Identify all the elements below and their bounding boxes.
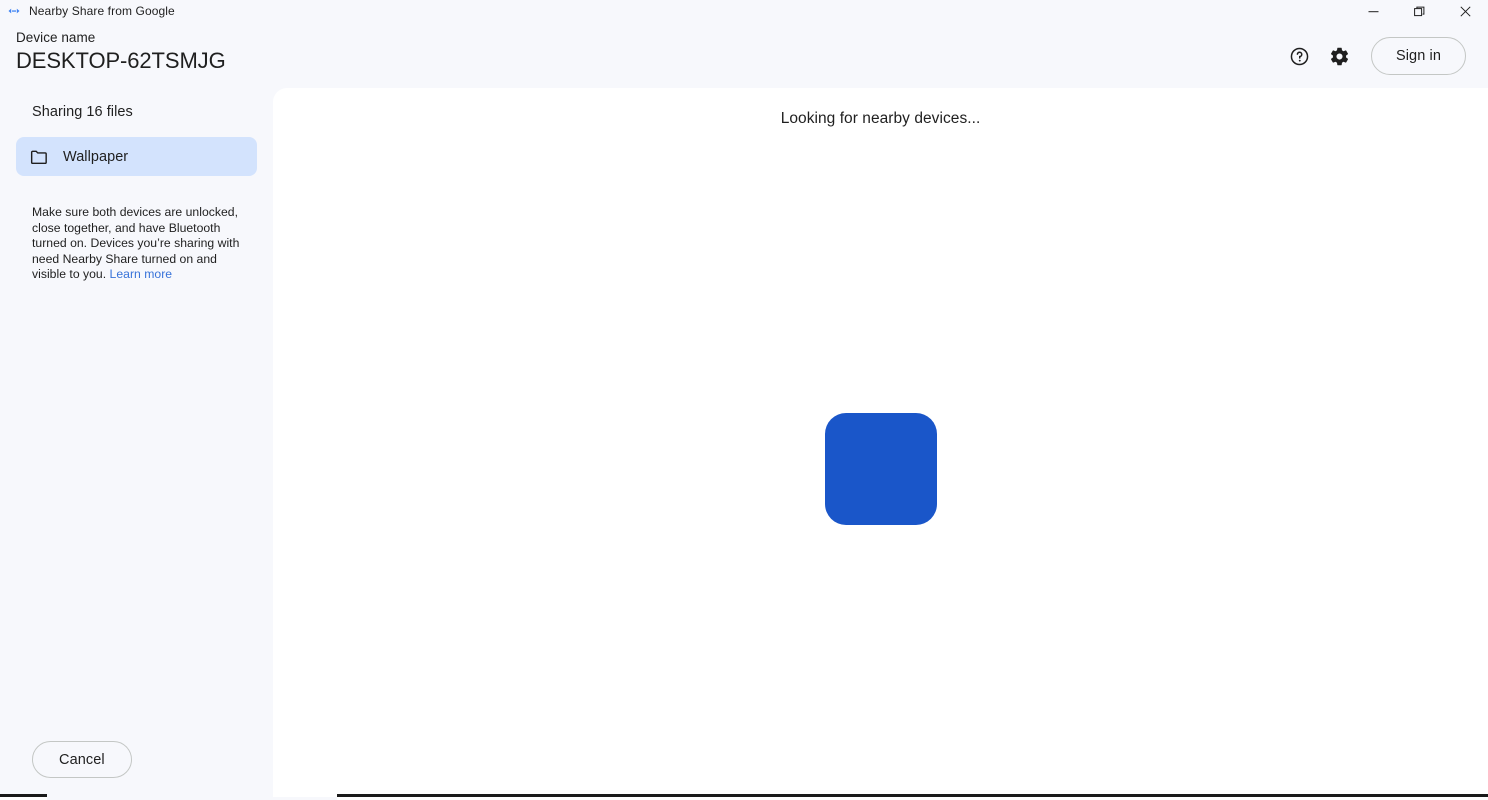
- minimize-icon: [1368, 6, 1379, 17]
- app-body: Sharing 16 files Wallpaper Make sure bot…: [0, 88, 1488, 800]
- close-button[interactable]: [1442, 0, 1488, 22]
- file-chip-label: Wallpaper: [63, 148, 129, 165]
- close-icon: [1459, 5, 1471, 17]
- app-header: Device name DESKTOP-62TSMJG Sign in: [0, 22, 1488, 88]
- sidebar-footer: Cancel: [16, 741, 257, 800]
- file-chip-wallpaper[interactable]: Wallpaper: [16, 137, 257, 176]
- window-controls: [1350, 0, 1488, 22]
- device-name-label: Device name: [16, 30, 96, 45]
- folder-icon: [29, 147, 49, 167]
- learn-more-link[interactable]: Learn more: [110, 267, 173, 281]
- sign-in-button[interactable]: Sign in: [1370, 37, 1466, 75]
- nearby-share-icon: [7, 4, 21, 18]
- sidebar: Sharing 16 files Wallpaper Make sure bot…: [0, 88, 273, 800]
- window-title: Nearby Share from Google: [29, 4, 175, 18]
- nearby-device-tile[interactable]: [825, 413, 937, 525]
- sharing-hint: Make sure both devices are unlocked, clo…: [32, 205, 244, 283]
- title-bar: Nearby Share from Google: [0, 0, 1488, 22]
- cancel-button[interactable]: Cancel: [32, 741, 132, 778]
- minimize-button[interactable]: [1350, 0, 1396, 22]
- help-button[interactable]: [1283, 39, 1317, 73]
- restore-icon: [1413, 6, 1425, 17]
- device-info: Device name DESKTOP-62TSMJG: [16, 22, 226, 75]
- sharing-count-label: Sharing 16 files: [32, 104, 133, 120]
- main-panel: Looking for nearby devices...: [273, 88, 1488, 800]
- settings-button[interactable]: [1323, 39, 1357, 73]
- device-name-value: DESKTOP-62TSMJG: [16, 48, 226, 73]
- gear-icon: [1329, 46, 1350, 67]
- status-title: Looking for nearby devices...: [780, 110, 981, 127]
- app-window: Nearby Share from Google Device name DES…: [0, 0, 1488, 800]
- title-bar-left: Nearby Share from Google: [0, 0, 175, 22]
- maximize-button[interactable]: [1396, 0, 1442, 22]
- header-actions: Sign in: [1283, 22, 1488, 75]
- help-circle-icon: [1289, 46, 1310, 67]
